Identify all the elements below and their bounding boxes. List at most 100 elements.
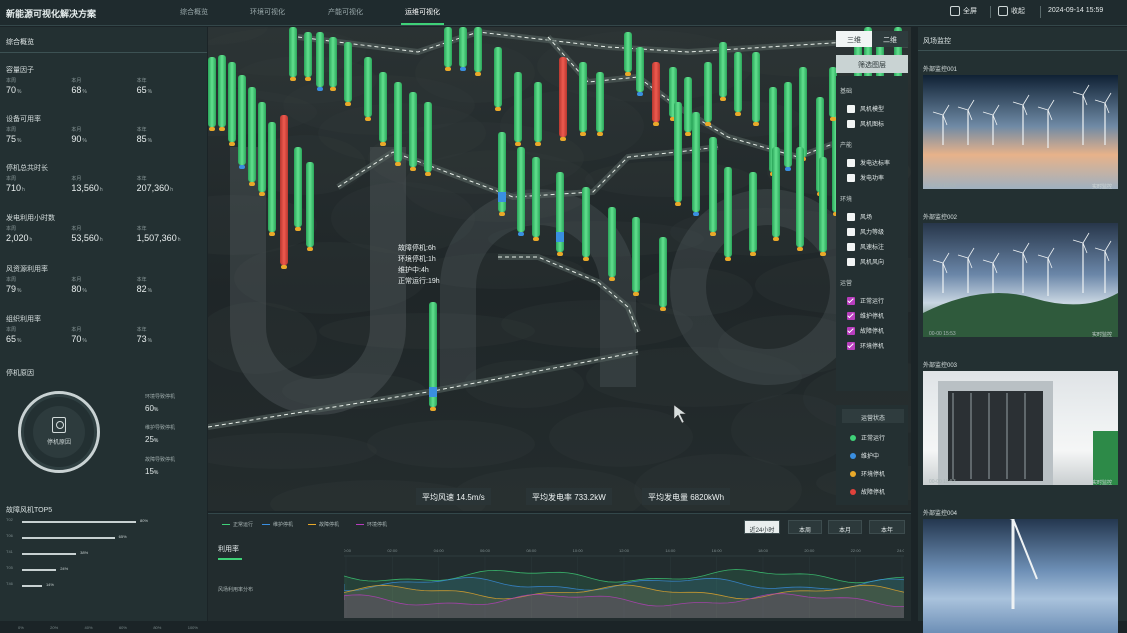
camera-live-label[interactable]: 实时监控: [1092, 331, 1112, 338]
turbine-tower[interactable]: [684, 77, 692, 132]
filter-checkbox-row[interactable]: 风机风向: [847, 257, 884, 266]
checkbox[interactable]: [847, 311, 855, 320]
range-button[interactable]: 本年: [869, 520, 905, 534]
turbine-tower[interactable]: [459, 27, 467, 67]
tab-overview[interactable]: 综合概览: [180, 7, 208, 17]
checkbox[interactable]: [847, 158, 855, 167]
turbine-tower[interactable]: [674, 102, 682, 202]
turbine-tower[interactable]: [692, 112, 700, 212]
camera-live-label[interactable]: 实时监控: [1092, 183, 1112, 190]
turbine-tower[interactable]: [306, 162, 314, 247]
turbine-tower[interactable]: [424, 102, 432, 172]
turbine-tower[interactable]: [532, 157, 540, 237]
turbine-tower[interactable]: [316, 32, 324, 87]
turbine-tower[interactable]: [218, 55, 226, 127]
turbine-tower[interactable]: [444, 27, 452, 67]
turbine-tower[interactable]: [344, 42, 352, 102]
view-2d-button[interactable]: 二维: [872, 31, 908, 47]
turbine-tower[interactable]: [514, 72, 522, 142]
filter-checkbox-row[interactable]: 风力等级: [847, 227, 884, 236]
turbine-tower[interactable]: [364, 57, 372, 117]
tab-capacity[interactable]: 产能可视化: [328, 7, 363, 17]
camera-feed[interactable]: 外部监控004: [923, 508, 1118, 633]
turbine-tower[interactable]: [329, 37, 337, 87]
turbine-tower[interactable]: [772, 147, 780, 237]
turbine-tower[interactable]: [228, 62, 236, 142]
camera-feed[interactable]: 外部监控001 00-00 15:53 实时监控: [923, 64, 1118, 190]
collapse-button[interactable]: 收起: [998, 6, 1025, 16]
view-3d-button[interactable]: 三维: [836, 31, 872, 47]
turbine-tower[interactable]: [268, 122, 276, 232]
turbine-tower[interactable]: [636, 47, 644, 92]
checkbox[interactable]: [847, 341, 855, 350]
checkbox[interactable]: [847, 104, 855, 113]
turbine-tower[interactable]: [494, 47, 502, 107]
turbine-tower[interactable]: [709, 137, 717, 232]
tab-environment[interactable]: 环境可视化: [250, 7, 285, 17]
camera-image[interactable]: [923, 519, 1118, 633]
checkbox[interactable]: [847, 296, 855, 305]
checkbox[interactable]: [847, 173, 855, 182]
turbine-tower[interactable]: [238, 75, 246, 165]
turbine-tower[interactable]: [608, 207, 616, 277]
turbine-tower[interactable]: [474, 27, 482, 72]
turbine-tower[interactable]: [624, 32, 632, 72]
turbine-tower[interactable]: [258, 102, 266, 192]
turbine-tower[interactable]: [734, 52, 742, 112]
filter-checkbox-row[interactable]: 风场: [847, 212, 872, 221]
wind-farm-map[interactable]: 故障停机:6h 环境停机:1h 维护中:4h 正常运行:19h: [208, 27, 911, 511]
turbine-tower[interactable]: [304, 32, 312, 77]
camera-image[interactable]: [923, 371, 1118, 485]
turbine-tower[interactable]: [724, 167, 732, 257]
turbine-tower[interactable]: [704, 62, 712, 122]
turbine-tower[interactable]: [582, 187, 590, 257]
camera-feed[interactable]: 外部监控002 00-00 15:53 实时监控: [923, 212, 1118, 338]
fullscreen-button[interactable]: 全屏: [950, 6, 977, 16]
turbine-tower[interactable]: [289, 27, 297, 77]
turbine-tower[interactable]: [579, 62, 587, 132]
checkbox[interactable]: [847, 257, 855, 266]
turbine-tower[interactable]: [799, 67, 807, 157]
turbine-tower[interactable]: [294, 147, 302, 227]
turbine-tower[interactable]: [752, 52, 760, 122]
checkbox[interactable]: [847, 212, 855, 221]
turbine-tower[interactable]: [819, 157, 827, 252]
turbine-tower[interactable]: [596, 72, 604, 132]
turbine-tower[interactable]: [784, 82, 792, 167]
turbine-tower[interactable]: [379, 72, 387, 142]
turbine-tower[interactable]: [517, 147, 525, 232]
filter-checkbox-row[interactable]: 正常运行: [847, 296, 884, 305]
filter-checkbox-row[interactable]: 发电达标率: [847, 158, 890, 167]
turbine-tower[interactable]: [280, 115, 288, 265]
turbine-tower[interactable]: [534, 82, 542, 142]
filter-checkbox-row[interactable]: 环境停机: [847, 341, 884, 350]
turbine-tower[interactable]: [719, 42, 727, 97]
turbine-tower[interactable]: [394, 82, 402, 162]
range-button[interactable]: 近24小时: [744, 520, 780, 534]
camera-feed[interactable]: 外部监控003 00-00 15:53 实时监控: [923, 360, 1118, 486]
turbine-tower[interactable]: [749, 172, 757, 252]
stop-reason-ring[interactable]: 停机原因: [18, 391, 100, 473]
tab-utilization[interactable]: 利用率: [218, 544, 242, 560]
filter-layers-button[interactable]: 筛选图层: [836, 55, 908, 73]
checkbox[interactable]: [847, 326, 855, 335]
camera-image[interactable]: [923, 223, 1118, 337]
map-scene[interactable]: [208, 27, 911, 511]
turbine-tower[interactable]: [248, 87, 256, 182]
turbine-tower[interactable]: [409, 92, 417, 167]
filter-checkbox-row[interactable]: 风速标注: [847, 242, 884, 251]
camera-image[interactable]: [923, 75, 1118, 189]
filter-checkbox-row[interactable]: 故障停机: [847, 326, 884, 335]
turbine-tower[interactable]: [632, 217, 640, 292]
filter-checkbox-row[interactable]: 发电功率: [847, 173, 884, 182]
filter-checkbox-row[interactable]: 风机图标: [847, 119, 884, 128]
range-button[interactable]: 本月: [828, 520, 862, 534]
camera-live-label[interactable]: 实时监控: [1092, 479, 1112, 486]
turbine-tower[interactable]: [652, 62, 660, 122]
checkbox[interactable]: [847, 242, 855, 251]
checkbox[interactable]: [847, 119, 855, 128]
tab-operations[interactable]: 运维可视化: [401, 7, 444, 25]
filter-checkbox-row[interactable]: 风机模型: [847, 104, 884, 113]
turbine-tower[interactable]: [796, 147, 804, 247]
turbine-tower[interactable]: [659, 237, 667, 307]
